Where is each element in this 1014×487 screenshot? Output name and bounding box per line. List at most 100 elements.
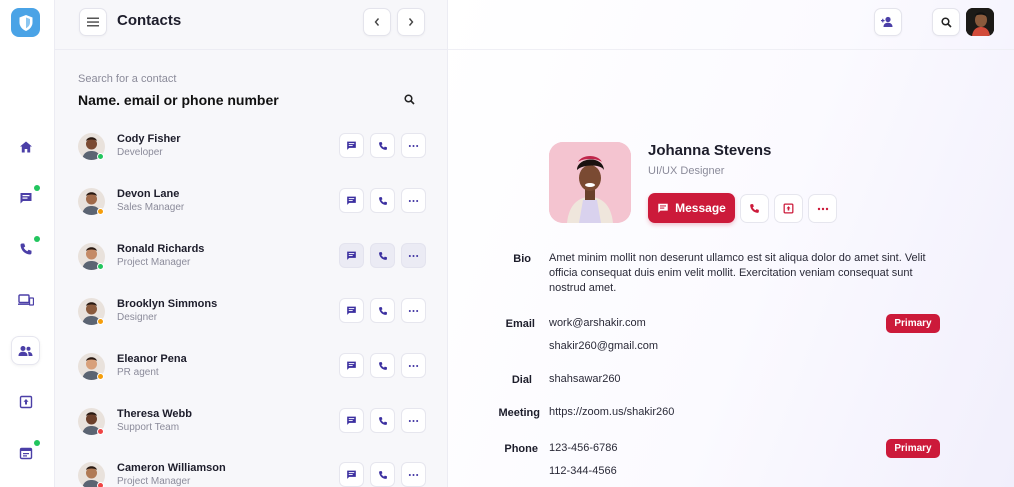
nav-home[interactable] — [11, 132, 40, 161]
presence-dot — [97, 428, 104, 435]
more-button[interactable] — [808, 194, 837, 223]
chat-icon — [658, 203, 668, 213]
phone-icon — [378, 470, 387, 479]
call-contact-button[interactable] — [370, 353, 395, 378]
contact-name: Eleanor Pena — [117, 353, 187, 365]
contact-more-button[interactable] — [401, 188, 426, 213]
dial-value[interactable]: shahsawar260 — [549, 373, 621, 385]
more-icon — [408, 473, 419, 476]
contact-row[interactable]: Cameron Williamson Project Manager — [78, 457, 426, 487]
contact-name: Cameron Williamson — [117, 462, 226, 474]
chevron-left-icon — [374, 18, 380, 26]
contact-role: Developer — [117, 147, 163, 158]
nav-chat[interactable] — [11, 183, 40, 212]
call-contact-button[interactable] — [370, 298, 395, 323]
contact-detail: Johanna Stevens UI/UX Designer Message B… — [448, 0, 1014, 487]
phone-secondary[interactable]: 112-344-4566 — [549, 465, 617, 477]
bio-label: Bio — [513, 253, 531, 265]
contact-more-button[interactable] — [401, 133, 426, 158]
contact-row[interactable]: Devon Lane Sales Manager — [78, 183, 426, 223]
more-icon — [408, 309, 419, 312]
primary-badge: Primary — [886, 314, 940, 333]
phone-primary[interactable]: 123-456-6786 — [549, 442, 618, 454]
presence-dot — [97, 482, 104, 487]
message-contact-button[interactable] — [339, 462, 364, 487]
message-contact-button[interactable] — [339, 408, 364, 433]
contact-role: PR agent — [117, 367, 159, 378]
nav-contacts[interactable] — [11, 336, 40, 365]
nav-calendar[interactable] — [11, 438, 40, 467]
phone-icon — [378, 196, 387, 205]
nav-inbox[interactable] — [11, 387, 40, 416]
contact-more-button[interactable] — [401, 408, 426, 433]
message-contact-button[interactable] — [339, 243, 364, 268]
contact-row[interactable]: Eleanor Pena PR agent — [78, 348, 426, 388]
email-secondary[interactable]: shakir260@gmail.com — [549, 340, 658, 352]
chevron-right-icon — [408, 18, 414, 26]
prev-button[interactable] — [363, 8, 391, 36]
message-contact-button[interactable] — [339, 298, 364, 323]
message-button-label: Message — [675, 201, 726, 215]
next-button[interactable] — [397, 8, 425, 36]
chat-icon — [347, 196, 356, 205]
contact-row[interactable]: Brooklyn Simmons Designer — [78, 293, 426, 333]
meeting-label: Meeting — [498, 407, 540, 419]
meeting-link[interactable]: https://zoom.us/shakir260 — [549, 406, 674, 418]
search-label: Search for a contact — [78, 73, 177, 85]
primary-badge: Primary — [886, 439, 940, 458]
nav-calls[interactable] — [11, 234, 40, 263]
chat-icon — [20, 192, 31, 203]
upload-box-icon — [783, 203, 794, 214]
contact-row[interactable]: Theresa Webb Support Team — [78, 403, 426, 443]
message-contact-button[interactable] — [339, 188, 364, 213]
page-title: Contacts — [117, 12, 182, 29]
email-primary[interactable]: work@arshakir.com — [549, 317, 646, 329]
more-icon — [408, 419, 419, 422]
call-contact-button[interactable] — [370, 408, 395, 433]
devices-icon — [17, 293, 34, 306]
profile-photo-image — [549, 142, 631, 223]
contact-row[interactable]: Ronald Richards Project Manager — [78, 238, 426, 278]
app-logo[interactable] — [11, 8, 40, 37]
presence-dot — [97, 373, 104, 380]
nav-devices[interactable] — [11, 285, 40, 314]
main-header — [448, 0, 1014, 50]
contact-more-button[interactable] — [401, 298, 426, 323]
share-button[interactable] — [774, 194, 803, 223]
search-input[interactable] — [78, 90, 398, 110]
contact-name: Devon Lane — [117, 188, 180, 200]
global-search-button[interactable] — [932, 8, 960, 36]
contact-more-button[interactable] — [401, 462, 426, 487]
contact-role: Support Team — [117, 422, 180, 433]
user-avatar[interactable] — [966, 8, 994, 36]
contacts-header: Contacts — [55, 0, 448, 50]
contact-more-button[interactable] — [401, 353, 426, 378]
chat-icon — [347, 470, 356, 479]
call-contact-button[interactable] — [370, 462, 395, 487]
presence-dot — [97, 208, 104, 215]
search-button[interactable] — [400, 90, 418, 108]
chat-icon — [347, 306, 356, 315]
menu-button[interactable] — [79, 8, 107, 36]
presence-dot — [97, 263, 104, 270]
unread-dot — [34, 185, 40, 191]
call-button[interactable] — [740, 194, 769, 223]
bio-text: Amet minim mollit non deserunt ullamco e… — [549, 252, 926, 294]
chat-icon — [347, 251, 356, 260]
contact-row[interactable]: Cody Fisher Developer — [78, 128, 426, 168]
more-icon — [408, 364, 419, 367]
call-contact-button[interactable] — [370, 243, 395, 268]
search-icon — [940, 16, 952, 28]
call-contact-button[interactable] — [370, 133, 395, 158]
home-icon — [19, 141, 32, 152]
user-avatar-image — [966, 8, 994, 36]
more-icon — [817, 207, 828, 210]
add-contact-button[interactable] — [874, 8, 902, 36]
chat-icon — [347, 416, 356, 425]
message-contact-button[interactable] — [339, 133, 364, 158]
call-contact-button[interactable] — [370, 188, 395, 213]
unread-dot — [34, 236, 40, 242]
contact-more-button[interactable] — [401, 243, 426, 268]
message-button[interactable]: Message — [648, 193, 735, 223]
message-contact-button[interactable] — [339, 353, 364, 378]
